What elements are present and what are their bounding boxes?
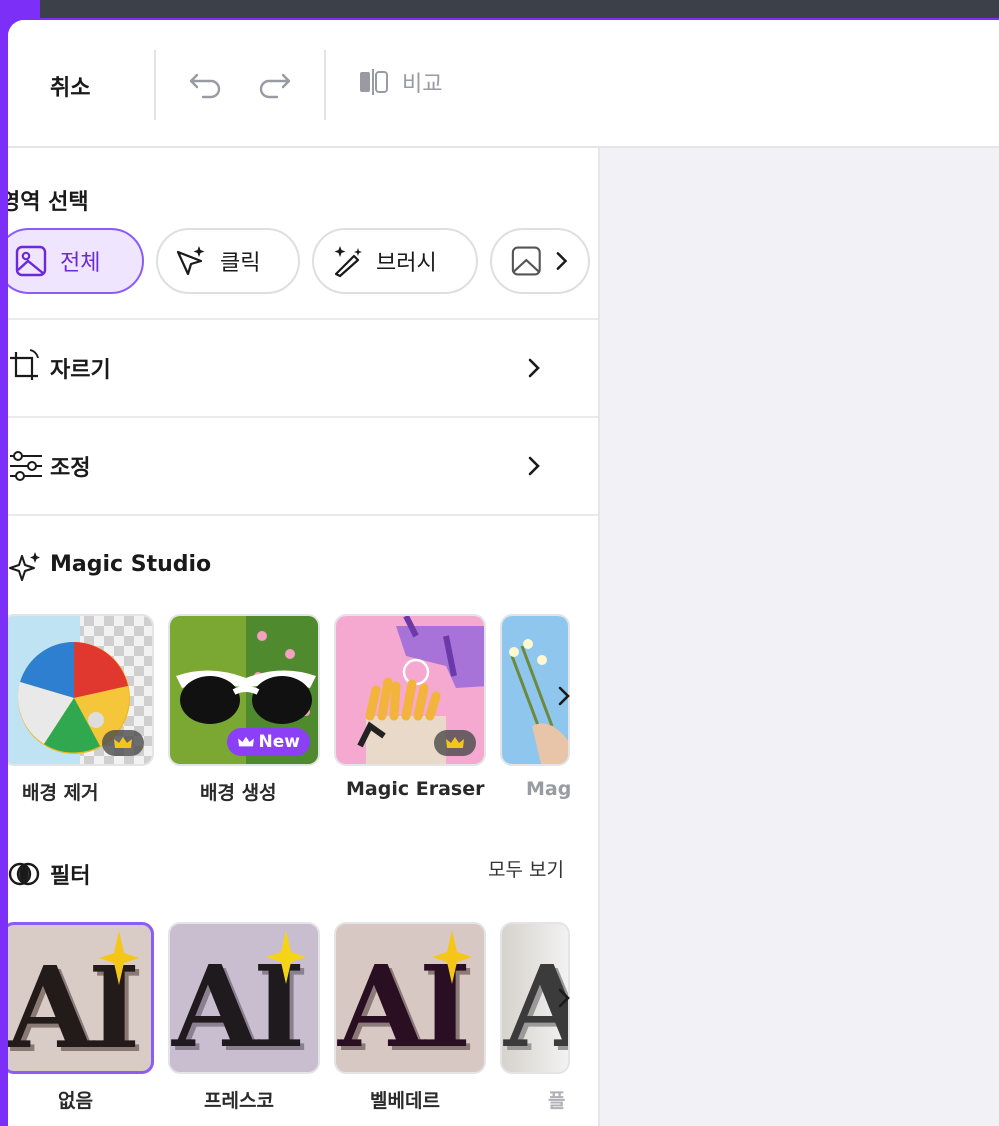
magic-partial-label: Mag	[526, 778, 570, 800]
magic-eraser-card[interactable]	[334, 614, 486, 766]
crop-rotate-icon	[10, 349, 39, 380]
chip-more[interactable]	[490, 228, 590, 294]
toolbar-separator	[154, 50, 156, 120]
bg-remover-card[interactable]	[8, 614, 154, 766]
top-bar	[40, 0, 999, 18]
sparkle-icon	[432, 930, 472, 984]
compare-button[interactable]: 비교	[358, 66, 442, 98]
chip-all[interactable]: 전체	[8, 228, 144, 294]
filter-scroll-right[interactable]	[554, 978, 574, 1018]
magic-eraser-label: Magic Eraser	[346, 778, 485, 800]
magic-brush-icon	[334, 246, 362, 278]
new-badge-label: New	[258, 732, 300, 752]
filter-partial-label: 플	[548, 1090, 566, 1112]
image-icon	[15, 245, 47, 277]
filter-fresco-card[interactable]: AI	[168, 922, 320, 1074]
canvas-area[interactable]	[600, 148, 999, 1126]
sparkle-icon	[99, 931, 139, 985]
redo-icon	[259, 73, 291, 99]
pro-badge	[102, 730, 144, 756]
chevron-right-icon	[558, 988, 570, 1008]
undo-icon	[189, 73, 221, 99]
compare-label: 비교	[402, 72, 443, 97]
chip-all-label: 전체	[60, 251, 101, 276]
magic-scroll-right[interactable]	[554, 676, 574, 716]
magic-cursor-icon	[176, 246, 205, 276]
toolbar: 취소 비교	[8, 20, 999, 148]
compare-icon	[360, 69, 388, 95]
redo-button[interactable]	[254, 64, 294, 104]
bg-generator-card[interactable]: New	[168, 614, 320, 766]
chip-click[interactable]: 클릭	[156, 228, 300, 294]
filter-belvedere-card[interactable]: AI	[334, 922, 486, 1074]
crown-icon	[446, 737, 464, 748]
toolbar-separator	[324, 50, 326, 120]
region-select-title: 영역 선택	[8, 190, 89, 215]
chip-brush-label: 브러시	[376, 251, 437, 276]
filter-none-card[interactable]: AI	[8, 922, 154, 1074]
filter-belvedere-label: 벨베데르	[370, 1090, 440, 1112]
chip-brush[interactable]: 브러시	[312, 228, 478, 294]
adjust-label: 조정	[50, 456, 91, 481]
chevron-right-icon	[558, 686, 570, 706]
bg-remover-label: 배경 제거	[22, 782, 99, 804]
sparkle-icon	[266, 930, 306, 984]
crop-label: 자르기	[50, 358, 111, 383]
filter-none-label: 없음	[58, 1090, 93, 1112]
image-icon	[511, 246, 541, 276]
chevron-right-icon[interactable]	[555, 250, 568, 272]
adjust-row[interactable]: 조정	[8, 418, 598, 514]
sparkles-icon	[9, 552, 40, 581]
see-all-link[interactable]: 모두 보기	[488, 855, 564, 882]
undo-button[interactable]	[186, 64, 226, 104]
crop-row[interactable]: 자르기	[8, 320, 598, 416]
divider	[8, 514, 598, 516]
bg-generator-label: 배경 생성	[200, 782, 277, 804]
filter-fresco-label: 프레스코	[204, 1090, 274, 1112]
filter-title: 필터	[50, 864, 91, 889]
editor-window: 취소 비교 영역 선택 전체 클릭 브러시 자르기 조정 Magic Studi…	[8, 20, 999, 1126]
crown-icon	[114, 737, 132, 748]
filter-icon	[8, 862, 40, 886]
cancel-button[interactable]: 취소	[50, 70, 90, 102]
pro-badge	[434, 730, 476, 756]
sliders-icon	[10, 451, 42, 481]
new-badge: New	[226, 728, 310, 756]
chevron-right-icon	[528, 358, 540, 378]
crown-icon	[237, 736, 254, 747]
chevron-right-icon	[528, 456, 540, 476]
magic-studio-title: Magic Studio	[50, 552, 212, 577]
chip-click-label: 클릭	[220, 251, 261, 276]
top-frame	[0, 0, 999, 22]
